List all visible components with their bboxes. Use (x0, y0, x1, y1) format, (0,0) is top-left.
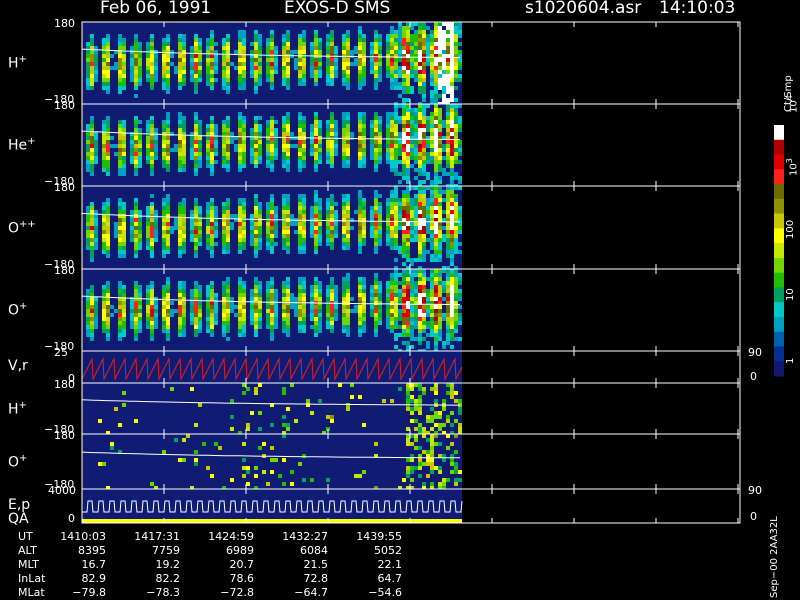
colorbar (774, 125, 784, 377)
footer-cell: 8395 (78, 544, 106, 557)
panel-background (82, 489, 462, 523)
footer-cell: 72.8 (303, 572, 329, 585)
spectrogram-stack (81, 21, 784, 524)
panel-label-sup: + (19, 452, 28, 464)
colorbar-unit: Ct/Smp (783, 75, 794, 112)
footer-row-label: ALT (18, 544, 37, 557)
footer-cell: −72.8 (220, 586, 254, 599)
panel-label-sup: ++ (19, 218, 36, 230)
panel-oplusplus-angle (81, 185, 741, 270)
colorbar-swatch (774, 331, 784, 347)
footer-cell: −78.3 (146, 586, 180, 599)
y-tick-top: 180 (54, 378, 75, 391)
footer-cell: 82.9 (81, 572, 107, 585)
footer-cell: −79.8 (72, 586, 106, 599)
footer-cell: 64.7 (377, 572, 403, 585)
panel-hplus-angle (81, 21, 741, 106)
y-tick-top: 180 (54, 264, 75, 277)
qa-bar (82, 519, 462, 523)
footer-cell: 22.1 (377, 558, 403, 571)
panel-ep-qa (81, 488, 741, 524)
colorbar-swatch (774, 302, 784, 318)
colorbar-swatch (774, 272, 784, 288)
colorbar-swatch (774, 213, 784, 229)
panel-label: He+ (8, 136, 36, 154)
footer-cell: 1417:31 (134, 530, 180, 543)
side-id: Sep−00 2AA32L (769, 516, 780, 598)
footer-cell: 21.5 (303, 558, 329, 571)
footer-cell: −64.7 (294, 586, 328, 599)
footer-cell: 5052 (374, 544, 402, 557)
panel-label: O+ (8, 452, 28, 471)
panel-vr (81, 350, 741, 384)
colorbar-swatch (774, 346, 784, 362)
colorbar-swatch (774, 228, 784, 244)
y-tick-top: 180 (54, 181, 75, 194)
colorbar-swatch (774, 184, 784, 200)
panel-label-2: QA (8, 511, 29, 527)
footer-cell: 6989 (226, 544, 254, 557)
footer-cell: 1424:59 (208, 530, 254, 543)
panel-label: V,r (8, 358, 28, 374)
colorbar-swatch (774, 287, 784, 303)
panel-background (82, 351, 462, 383)
panel-label-sup: + (18, 399, 27, 411)
colorbar-label: 100 (785, 219, 796, 239)
colorbar-swatch (774, 125, 784, 141)
colorbar-label-sup: 3 (785, 157, 794, 164)
y-tick-top: 25 (54, 346, 68, 359)
colorbar-swatch (774, 198, 784, 215)
footer-cell: 1439:55 (356, 530, 402, 543)
footer-row-label: MLT (18, 558, 39, 571)
footer-row-label: MLat (18, 586, 45, 599)
footer-cell: 7759 (152, 544, 180, 557)
plot-window: Feb 06, 1991 EXOS-D SMS s1020604.asr 14:… (0, 0, 800, 600)
colorbar-label: 103 (785, 157, 800, 176)
footer-cell: −54.6 (368, 586, 402, 599)
footer-cell: 20.7 (229, 558, 255, 571)
y-tick-top: 180 (54, 17, 75, 30)
panel-label: O+ (8, 301, 28, 319)
colorbar-label: 1 (785, 357, 796, 364)
colorbar-swatch (774, 361, 784, 377)
panel-oplus-angle-2 (81, 433, 741, 490)
footer-cell: 19.2 (155, 558, 181, 571)
colorbar-swatch (774, 243, 784, 259)
panel-label: H+ (8, 54, 27, 72)
y-tick-top: 180 (54, 99, 75, 112)
colorbar-label: 10 (785, 288, 796, 302)
footer-cell: 1432:27 (282, 530, 328, 543)
colorbar-swatch (774, 154, 784, 170)
footer-row-label: InLat (18, 572, 46, 585)
panel-label: H+ (8, 399, 27, 418)
colorbar-swatch (774, 257, 784, 274)
panel-label-sup: + (27, 136, 36, 147)
panel-oplus-angle (81, 268, 741, 353)
footer-cell: 82.2 (155, 572, 181, 585)
footer-row-label: UT (18, 530, 33, 543)
y-tick-bottom: 0 (68, 512, 75, 525)
colorbar-swatch (774, 169, 784, 185)
footer-cell: 6084 (300, 544, 328, 557)
panel-label-sup: + (18, 54, 27, 65)
colorbar-swatch (774, 139, 784, 156)
footer-cell: 78.6 (229, 572, 255, 585)
right-tick-bottom: 0 (750, 510, 757, 523)
panel-heplus-angle (81, 103, 741, 188)
right-tick-top: 90 (748, 346, 762, 359)
y-tick-top: 180 (54, 429, 75, 442)
panel-label: E,p (8, 497, 31, 513)
panel-label-sup: + (19, 301, 28, 312)
colorbar-swatch (774, 316, 784, 333)
right-tick-bottom: 0 (750, 370, 757, 383)
panel-hplus-angle-2 (81, 382, 741, 435)
footer-cell: 1410:03 (60, 530, 106, 543)
right-tick-top: 90 (748, 484, 762, 497)
y-tick-top: 4000 (48, 484, 76, 497)
footer-cell: 16.7 (81, 558, 107, 571)
panel-label: O++ (8, 218, 36, 237)
